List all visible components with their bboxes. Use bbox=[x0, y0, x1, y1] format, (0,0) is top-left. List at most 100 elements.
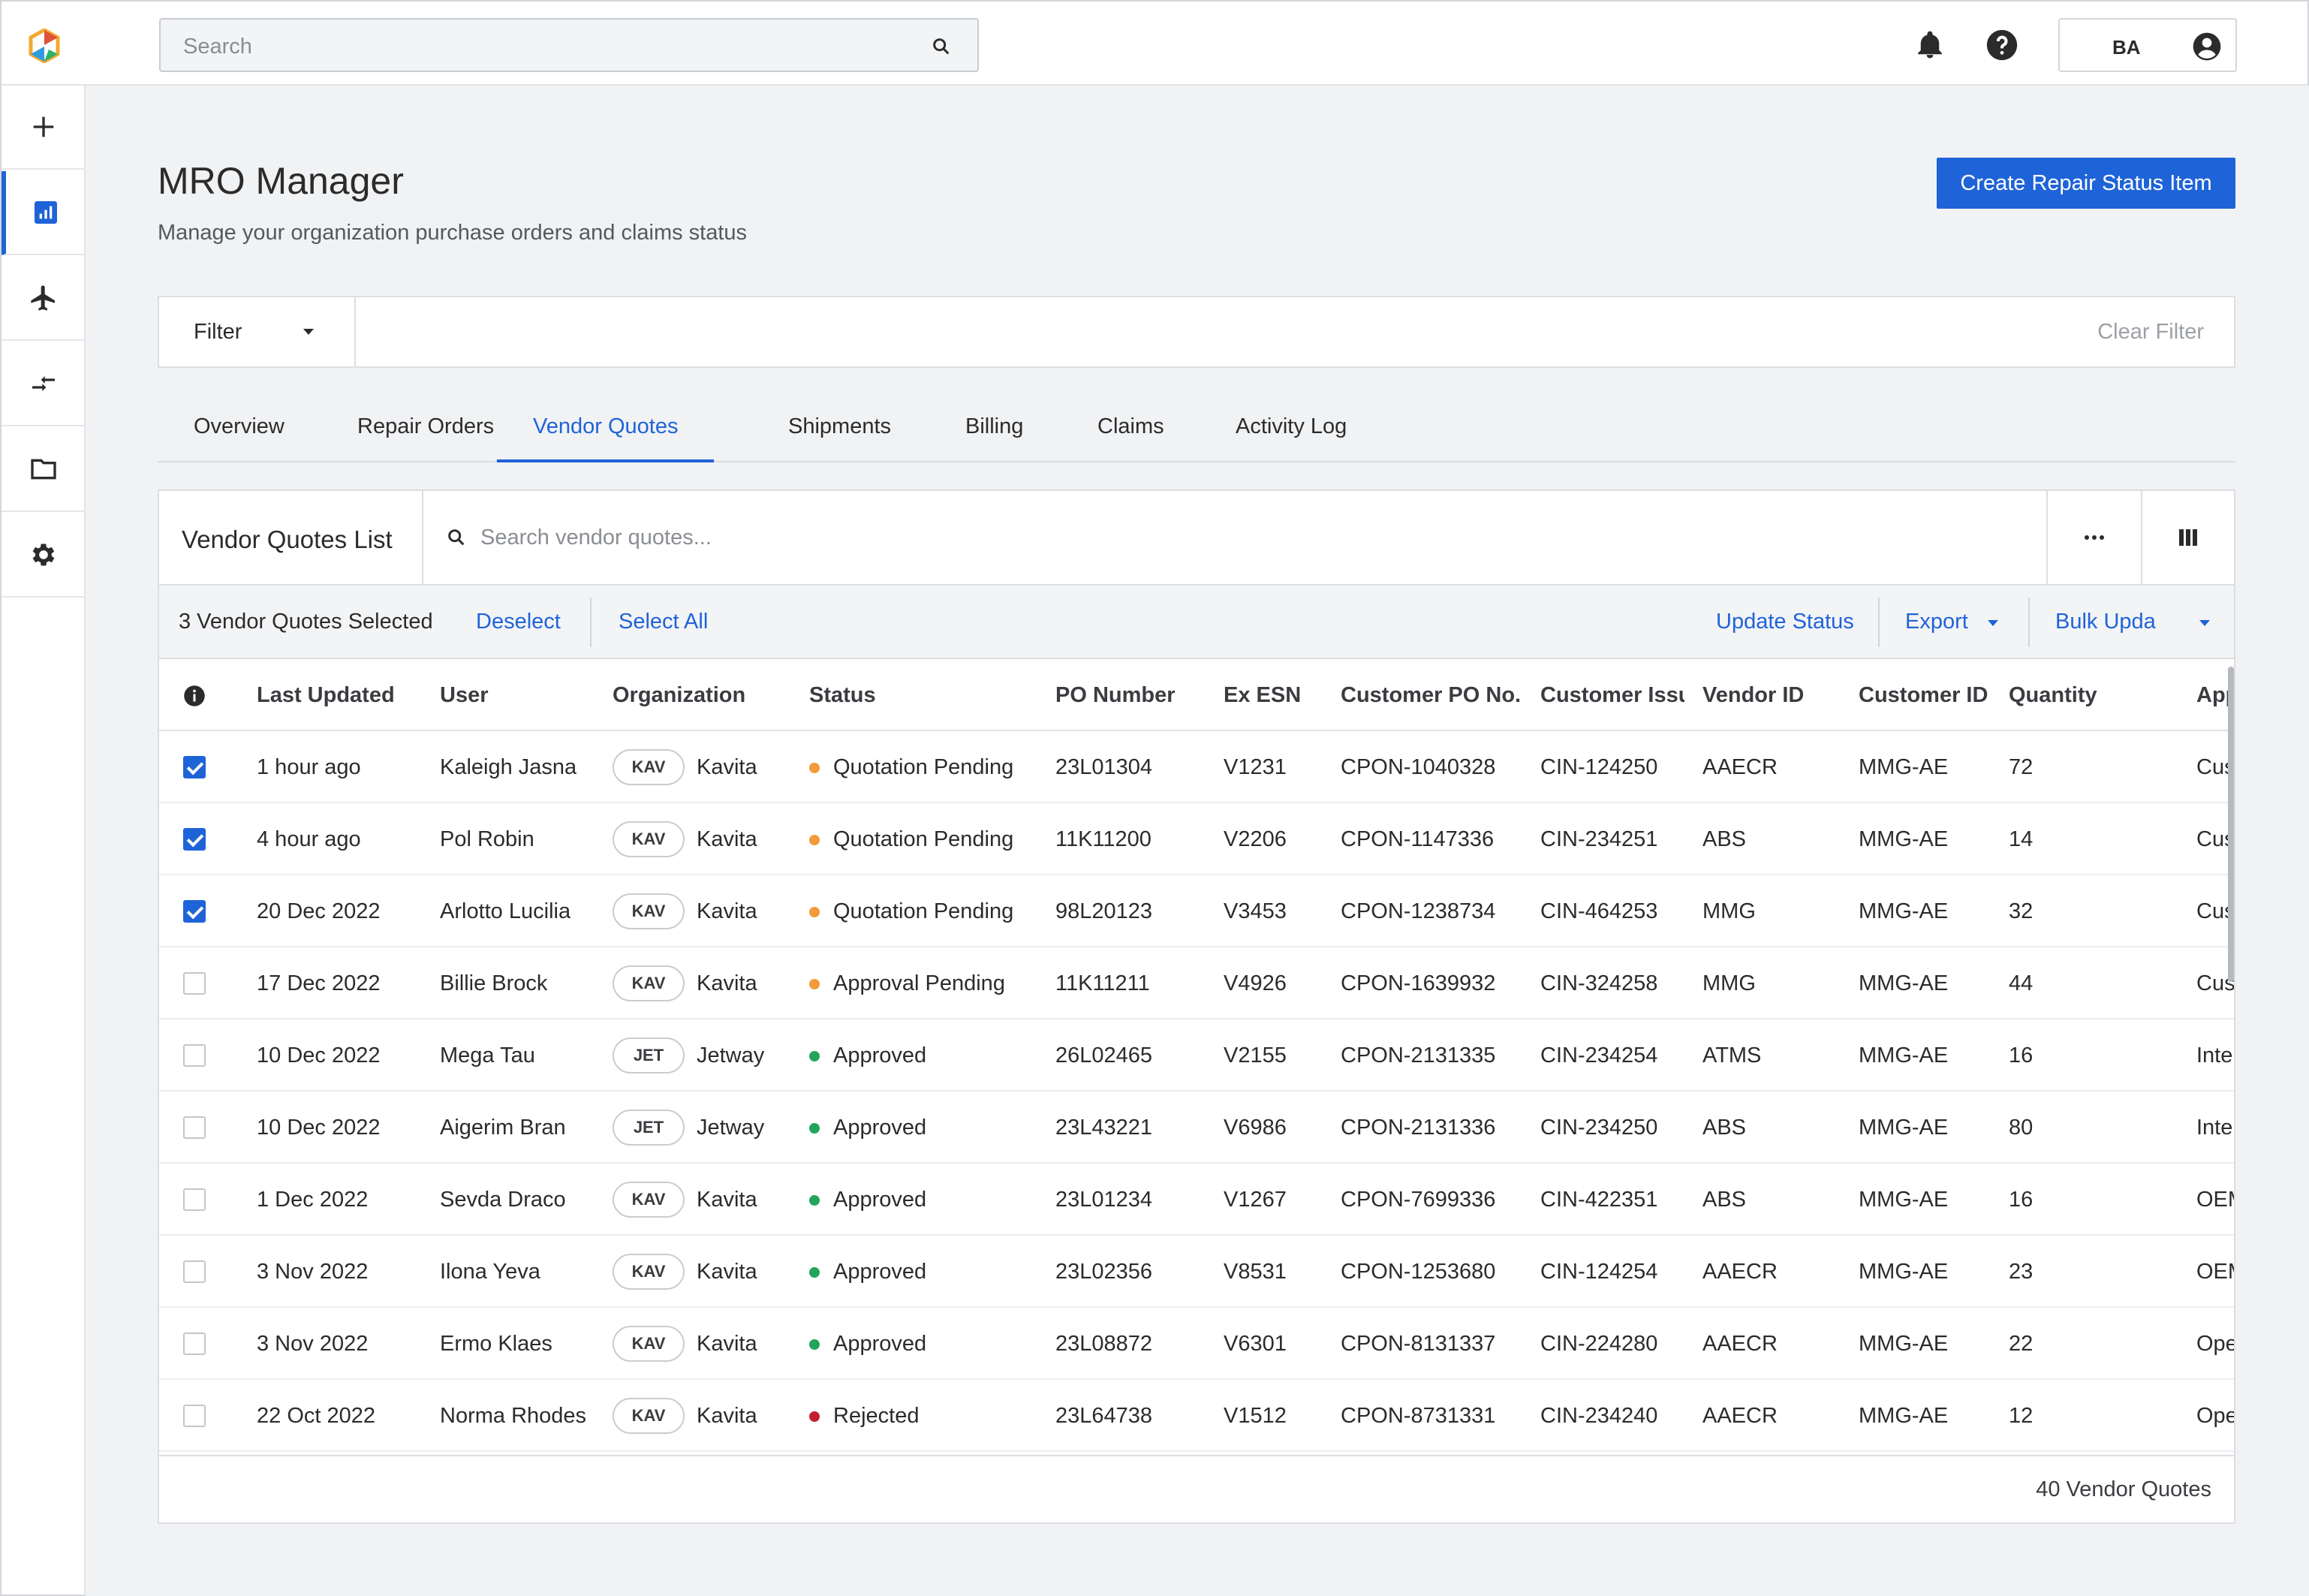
cell-customer-id: MMG-AE bbox=[1859, 1116, 1949, 1140]
column-header-status[interactable]: Status bbox=[809, 659, 876, 731]
table-row[interactable]: KAV Quotation Pending 1 hour ago Kaleigh Ja… bbox=[159, 731, 2234, 803]
user-menu[interactable]: BA bbox=[2058, 18, 2237, 72]
deselect-button[interactable]: Deselect bbox=[476, 610, 561, 634]
row-checkbox[interactable] bbox=[183, 1405, 206, 1427]
tab-claims[interactable]: Claims bbox=[1097, 401, 1164, 462]
select-all-button[interactable]: Select All bbox=[619, 610, 708, 634]
cell-status: Approved bbox=[833, 1188, 927, 1212]
row-checkbox[interactable] bbox=[183, 1188, 206, 1211]
cell-last-updated: 20 Dec 2022 bbox=[257, 899, 381, 923]
cell-customer-po: CPON-1253680 bbox=[1341, 1260, 1496, 1284]
update-status-button[interactable]: Update Status bbox=[1716, 610, 1854, 634]
create-repair-status-button[interactable]: Create Repair Status Item bbox=[1937, 158, 2235, 209]
more-options-button[interactable] bbox=[2046, 491, 2141, 584]
cell-quantity: 16 bbox=[2009, 1188, 2034, 1212]
org-code-badge: KAV bbox=[613, 1254, 685, 1290]
cell-vendor-id: ABS bbox=[1702, 827, 1747, 851]
cell-quantity: 80 bbox=[2009, 1116, 2034, 1140]
row-checkbox[interactable] bbox=[183, 1260, 206, 1283]
vendor-quotes-search-input[interactable]: Search vendor quotes... bbox=[480, 525, 712, 550]
global-search-input[interactable]: Search bbox=[159, 18, 979, 72]
search-icon bbox=[448, 529, 465, 546]
filter-bar: Filter Clear Filter bbox=[158, 296, 2235, 368]
column-header-last-updated[interactable]: Last Updated bbox=[257, 659, 395, 731]
row-checkbox[interactable] bbox=[183, 972, 206, 995]
column-header-organization[interactable]: Organization bbox=[613, 659, 745, 731]
sidebar-item-dashboard[interactable] bbox=[2, 171, 86, 255]
sidebar-item-add[interactable] bbox=[2, 86, 86, 170]
column-header-customer-id[interactable]: Customer ID bbox=[1859, 659, 1988, 731]
help-icon[interactable] bbox=[1985, 29, 2018, 62]
column-header-vendor-id[interactable]: Vendor ID bbox=[1702, 659, 1804, 731]
tab-vendor-quotes[interactable]: Vendor Quotes bbox=[497, 401, 715, 462]
cell-customer-id: MMG-AE bbox=[1859, 1188, 1949, 1212]
sidebar-item-files[interactable] bbox=[2, 428, 86, 512]
sidebar-item-flights[interactable] bbox=[2, 257, 86, 341]
sidebar-item-transfers[interactable] bbox=[2, 342, 86, 426]
tab-shipments[interactable]: Shipments bbox=[788, 401, 891, 462]
column-header-quantity[interactable]: Quantity bbox=[2009, 659, 2097, 731]
table-row[interactable]: KAV Quotation Pending 20 Dec 2022 Arlotto L… bbox=[159, 875, 2234, 947]
org-code-badge: KAV bbox=[613, 893, 685, 929]
tab-repair-orders[interactable]: Repair Orders bbox=[357, 401, 494, 462]
status-dot-icon bbox=[809, 907, 820, 917]
total-count: 40 Vendor Quotes bbox=[2036, 1477, 2211, 1501]
table-row[interactable]: KAV Approved 1 Dec 2022 Sevda Draco Kavita 23… bbox=[159, 1164, 2234, 1236]
cell-ex-esn: V6986 bbox=[1224, 1116, 1287, 1140]
cell-ex-esn: V2206 bbox=[1224, 827, 1287, 851]
cell-customer-issue: CIN-234254 bbox=[1540, 1043, 1658, 1068]
export-button[interactable]: Export bbox=[1905, 610, 1968, 634]
cell-ex-esn: V1512 bbox=[1224, 1404, 1287, 1428]
table-row[interactable]: KAV Approved 3 Nov 2022 Ilona Yeva Kavita 23L… bbox=[159, 1236, 2234, 1308]
cell-last-updated: 4 hour ago bbox=[257, 827, 361, 851]
cell-status: Quotation Pending bbox=[833, 827, 1014, 851]
sidebar-item-settings[interactable] bbox=[2, 513, 86, 598]
clear-filter-button[interactable]: Clear Filter bbox=[2097, 320, 2204, 345]
chevron-down-icon bbox=[303, 329, 314, 335]
column-header-ex-esn[interactable]: Ex ESN bbox=[1224, 659, 1301, 731]
cell-vendor-id: AAECR bbox=[1702, 1260, 1778, 1284]
org-code-badge: KAV bbox=[613, 965, 685, 1001]
row-checkbox[interactable] bbox=[183, 828, 206, 851]
cell-customer-po: CPON-2131335 bbox=[1341, 1043, 1496, 1068]
cell-customer-po: CPON-7699336 bbox=[1341, 1188, 1496, 1212]
row-checkbox[interactable] bbox=[183, 1116, 206, 1139]
info-icon[interactable] bbox=[183, 685, 206, 707]
cell-po-number: 26L02465 bbox=[1055, 1043, 1153, 1068]
notification-bell-icon[interactable] bbox=[1914, 29, 1946, 62]
column-header-po-number[interactable]: PO Number bbox=[1055, 659, 1176, 731]
status-dot-icon bbox=[809, 979, 820, 989]
column-header-customer-issue[interactable]: Customer Issu bbox=[1540, 659, 1684, 731]
table-row[interactable]: KAV Quotation Pending 4 hour ago Pol Robin K… bbox=[159, 803, 2234, 875]
search-icon[interactable] bbox=[931, 36, 952, 57]
row-checkbox[interactable] bbox=[183, 756, 206, 778]
table-row[interactable]: KAV Approval Pending 17 Dec 2022 Billie Bro… bbox=[159, 947, 2234, 1019]
app-logo-icon[interactable] bbox=[27, 29, 62, 63]
table-row[interactable]: KAV Approved 3 Nov 2022 Ermo Klaes Kavita 23L… bbox=[159, 1308, 2234, 1380]
tab-activity-log[interactable]: Activity Log bbox=[1236, 401, 1347, 462]
table-header: Last Updated User Organization Status PO… bbox=[159, 659, 2234, 731]
chart-icon bbox=[35, 201, 57, 224]
column-settings-button[interactable] bbox=[2141, 491, 2234, 584]
table-row[interactable]: KAV Rejected 22 Oct 2022 Norma Rhodes Kavita… bbox=[159, 1380, 2234, 1452]
bulk-update-button[interactable]: Bulk Upda bbox=[2055, 610, 2156, 634]
cell-customer-issue: CIN-234251 bbox=[1540, 827, 1658, 851]
cell-customer-po: CPON-1639932 bbox=[1341, 971, 1496, 995]
row-checkbox[interactable] bbox=[183, 900, 206, 923]
tab-overview[interactable]: Overview bbox=[194, 401, 284, 462]
row-checkbox[interactable] bbox=[183, 1333, 206, 1355]
plus-icon bbox=[33, 116, 54, 137]
table-row[interactable]: JET Approved 10 Dec 2022 Mega Tau Jetway 26L0… bbox=[159, 1019, 2234, 1092]
cell-customer-id: MMG-AE bbox=[1859, 971, 1949, 995]
column-header-user[interactable]: User bbox=[440, 659, 489, 731]
cell-po-number: 98L20123 bbox=[1055, 899, 1153, 923]
vertical-scrollbar[interactable] bbox=[2228, 667, 2234, 982]
global-search-placeholder: Search bbox=[183, 35, 252, 59]
row-checkbox[interactable] bbox=[183, 1044, 206, 1067]
table-row[interactable]: JET Approved 10 Dec 2022 Aigerim Bran Jetway… bbox=[159, 1092, 2234, 1164]
column-header-customer-po[interactable]: Customer PO No. bbox=[1341, 659, 1521, 731]
cell-last-updated: 10 Dec 2022 bbox=[257, 1043, 381, 1068]
org-code-badge: JET bbox=[613, 1037, 685, 1074]
tab-billing[interactable]: Billing bbox=[965, 401, 1023, 462]
filter-dropdown[interactable]: Filter bbox=[159, 297, 356, 366]
